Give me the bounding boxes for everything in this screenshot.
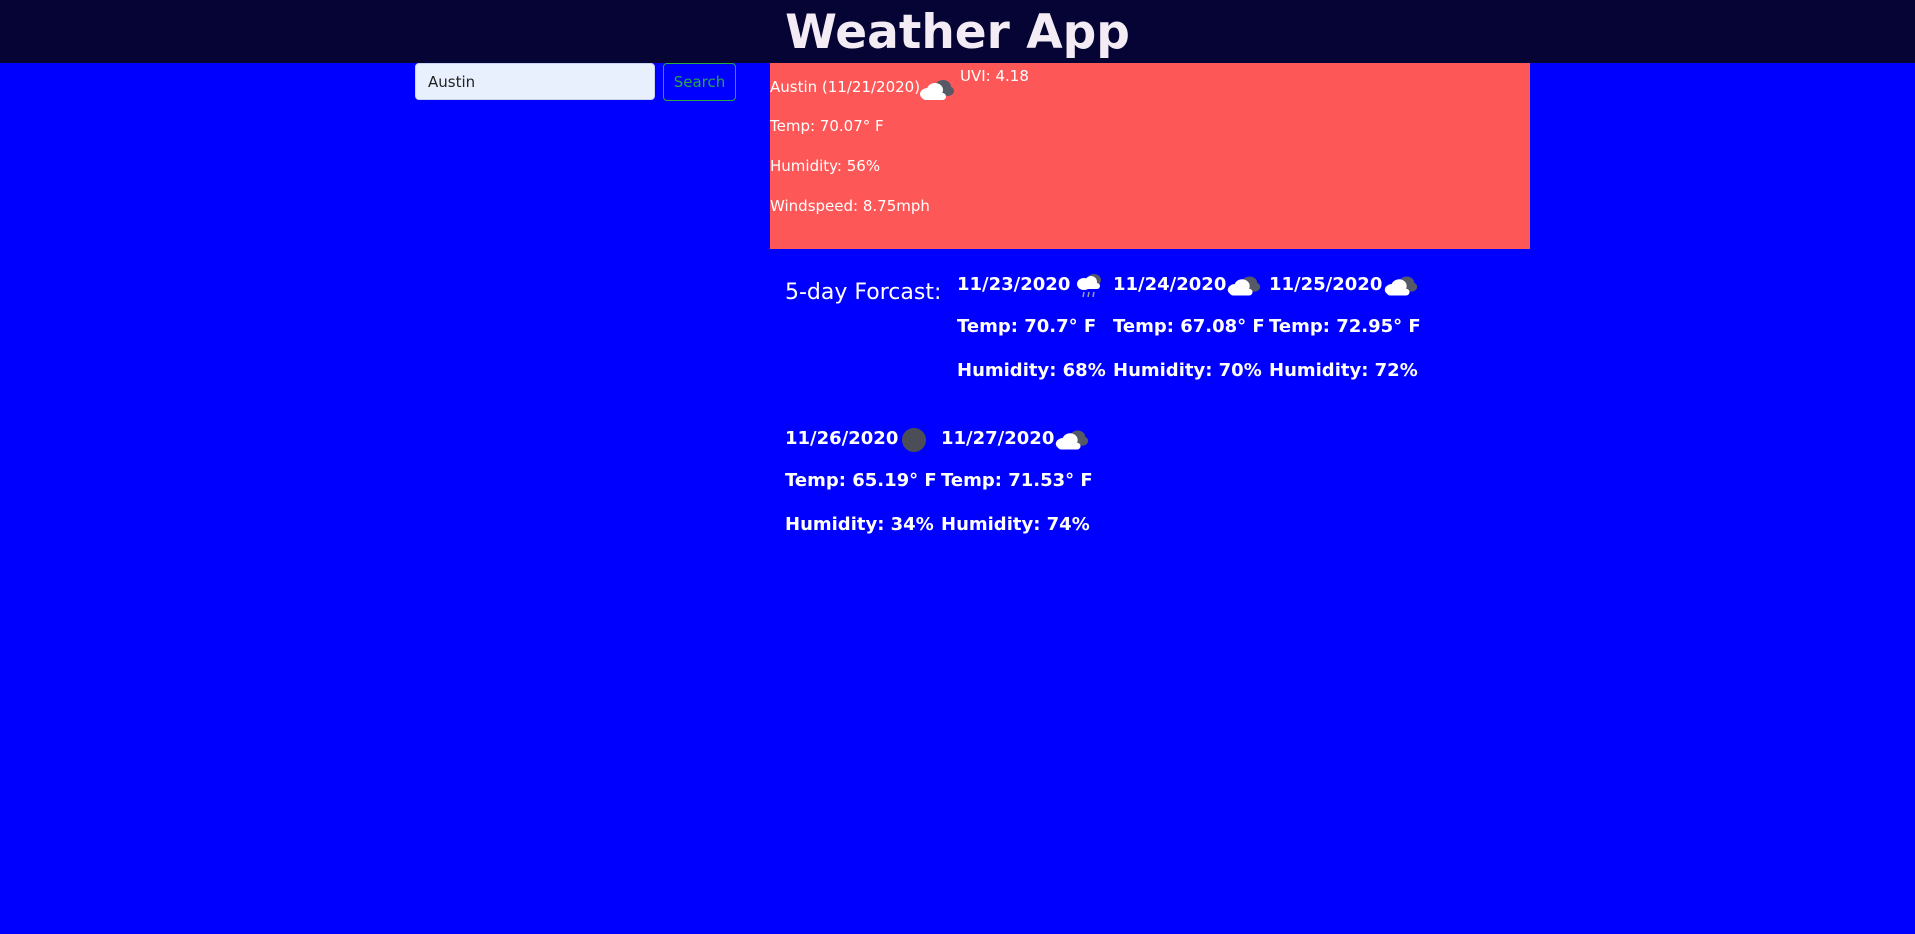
forecast-temp: Temp: 67.08° F	[1113, 316, 1265, 337]
forecast-card: 11/23/2020 Temp: 70.7° F Humidity: 68%	[957, 274, 1107, 404]
cloud-icon	[1384, 276, 1418, 296]
search-button[interactable]: Search	[663, 63, 736, 101]
current-uvi: UVI: 4.18	[960, 67, 1029, 85]
forecast-humidity: Humidity: 68%	[957, 360, 1106, 381]
current-weather-panel: Austin (11/21/2020) UVI: 4.18 Temp: 70.0…	[770, 63, 1530, 249]
forecast-date: 11/27/2020	[941, 428, 1055, 449]
forecast-label: 5-day Forcast:	[785, 280, 942, 305]
forecast-card: 11/27/2020 Temp: 71.53° F Humidity: 74%	[941, 428, 1093, 558]
cloud-icon	[1055, 430, 1089, 450]
forecast-date: 11/26/2020	[785, 428, 899, 449]
forecast-temp: Temp: 71.53° F	[941, 470, 1093, 491]
cloud-rain-icon	[1077, 274, 1101, 298]
forecast-card: 11/25/2020 Temp: 72.95° F Humidity: 72%	[1269, 274, 1421, 404]
forecast-date: 11/23/2020	[957, 274, 1071, 295]
forecast-date: 11/25/2020	[1269, 274, 1383, 295]
search-input[interactable]	[415, 63, 655, 100]
forecast-humidity: Humidity: 72%	[1269, 360, 1418, 381]
dark-circle-icon	[902, 428, 926, 452]
forecast-temp: Temp: 70.7° F	[957, 316, 1097, 337]
cloud-icon	[1227, 276, 1261, 296]
current-humidity: Humidity: 56%	[770, 157, 881, 175]
current-temp: Temp: 70.07° F	[770, 117, 884, 135]
app-header: Weather App	[0, 0, 1915, 63]
forecast-temp: Temp: 65.19° F	[785, 470, 937, 491]
forecast-humidity: Humidity: 74%	[941, 514, 1090, 535]
forecast-date: 11/24/2020	[1113, 274, 1227, 295]
current-city-date: Austin (11/21/2020)	[770, 78, 921, 96]
page-title: Weather App	[785, 5, 1130, 60]
forecast-temp: Temp: 72.95° F	[1269, 316, 1421, 337]
forecast-humidity: Humidity: 70%	[1113, 360, 1262, 381]
forecast-card: 11/24/2020 Temp: 67.08° F Humidity: 70%	[1113, 274, 1265, 404]
cloud-icon	[920, 80, 954, 100]
current-windspeed: Windspeed: 8.75mph	[770, 197, 930, 215]
forecast-card: 11/26/2020 Temp: 65.19° F Humidity: 34%	[785, 428, 937, 558]
forecast-humidity: Humidity: 34%	[785, 514, 934, 535]
